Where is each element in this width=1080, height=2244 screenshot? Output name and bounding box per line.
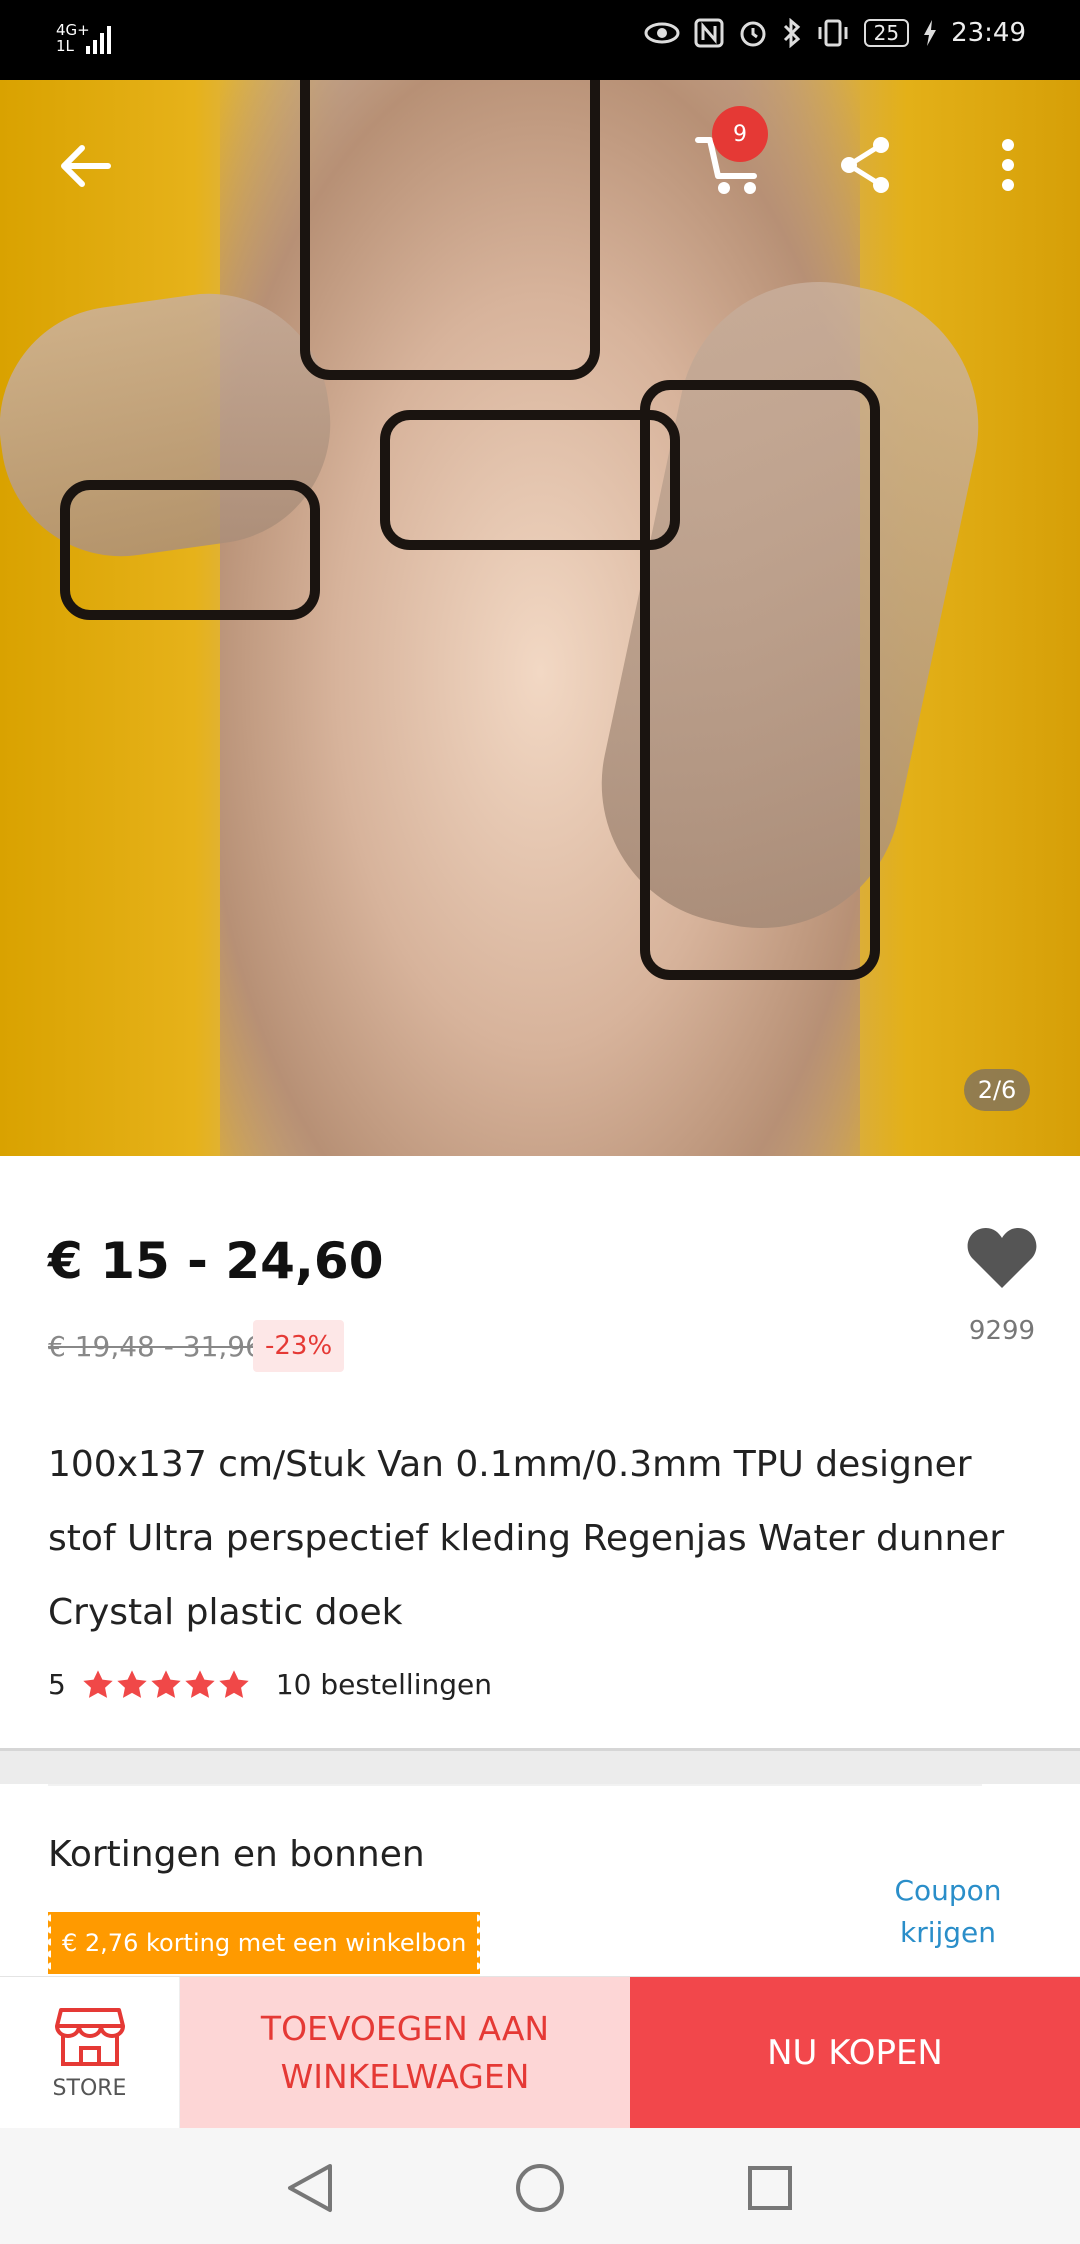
nfc-icon	[694, 18, 724, 48]
cart-count-badge: 9	[712, 106, 768, 162]
alarm-icon	[740, 21, 766, 47]
system-navigation-bar	[0, 2128, 1080, 2244]
add-to-cart-button[interactable]: TOEVOEGEN AAN WINKELWAGEN	[180, 1977, 630, 2129]
bottom-action-bar: STORE TOEVOEGEN AAN WINKELWAGEN NU KOPEN	[0, 1976, 1080, 2129]
network-indicator: 4G+ 1L	[56, 22, 90, 54]
network-subtype: 1L	[56, 37, 74, 55]
arrow-left-icon	[61, 145, 111, 187]
more-options-button[interactable]	[980, 130, 1036, 200]
square-recents-icon	[748, 2166, 792, 2210]
get-coupon-link[interactable]: Coupon krijgen	[880, 1870, 1016, 1954]
share-button[interactable]	[830, 130, 900, 200]
store-button[interactable]: STORE	[0, 1977, 180, 2129]
rating-row[interactable]: 5 10 bestellingen	[48, 1668, 492, 1701]
star-icon	[185, 1669, 215, 1698]
rating-stars	[82, 1669, 250, 1701]
circle-home-icon	[516, 2164, 564, 2212]
nav-recents-button[interactable]	[742, 2160, 798, 2216]
share-icon	[841, 137, 889, 193]
coat-trim	[60, 480, 320, 620]
network-type: 4G+	[56, 21, 90, 39]
heart-icon	[967, 1228, 1037, 1288]
star-icon	[219, 1669, 249, 1698]
coat-trim	[640, 380, 880, 980]
gallery-page-indicator: 2/6	[964, 1069, 1030, 1111]
bluetooth-icon	[783, 18, 800, 48]
buy-now-button[interactable]: NU KOPEN	[630, 1977, 1080, 2129]
battery-level: 25	[863, 19, 910, 47]
signal-icon	[86, 26, 111, 54]
original-price: € 19,48 - 31,96	[48, 1330, 263, 1363]
wishlist-button[interactable]	[966, 1226, 1038, 1290]
star-icon	[83, 1669, 113, 1698]
store-coupon-chip[interactable]: € 2,76 korting met een winkelbon	[45, 1912, 480, 1974]
store-icon	[54, 2007, 125, 2066]
status-icons: 25 23:49	[644, 18, 1026, 48]
product-title: 100x137 cm/Stuk Van 0.1mm/0.3mm TPU desi…	[48, 1444, 1005, 1633]
eye-icon	[644, 22, 680, 44]
section-divider	[48, 1784, 982, 1786]
nav-back-button[interactable]	[282, 2160, 338, 2216]
orders-count: 10 bestellingen	[275, 1668, 492, 1701]
nav-home-button[interactable]	[512, 2160, 568, 2216]
coat-trim	[380, 410, 680, 550]
star-icon	[117, 1669, 147, 1698]
vibrate-icon	[818, 19, 848, 47]
clock: 23:49	[951, 18, 1026, 48]
status-bar: 4G+ 1L 25 23:49	[0, 0, 1080, 80]
star-icon	[151, 1669, 181, 1698]
wishlist-count: 9299	[968, 1316, 1036, 1346]
store-label: STORE	[52, 2075, 127, 2101]
product-image-gallery[interactable]	[0, 80, 1080, 1156]
more-vertical-icon	[1002, 139, 1014, 191]
discount-badge: -23%	[253, 1320, 345, 1372]
triangle-back-icon	[288, 2164, 332, 2212]
section-divider	[0, 1748, 1080, 1784]
charging-icon	[924, 20, 937, 46]
rating-value: 5	[48, 1668, 66, 1701]
product-price: € 15 - 24,60	[48, 1232, 384, 1290]
coupons-section-title: Kortingen en bonnen	[48, 1834, 425, 1875]
back-button[interactable]	[44, 136, 124, 196]
coat-trim	[300, 80, 600, 380]
